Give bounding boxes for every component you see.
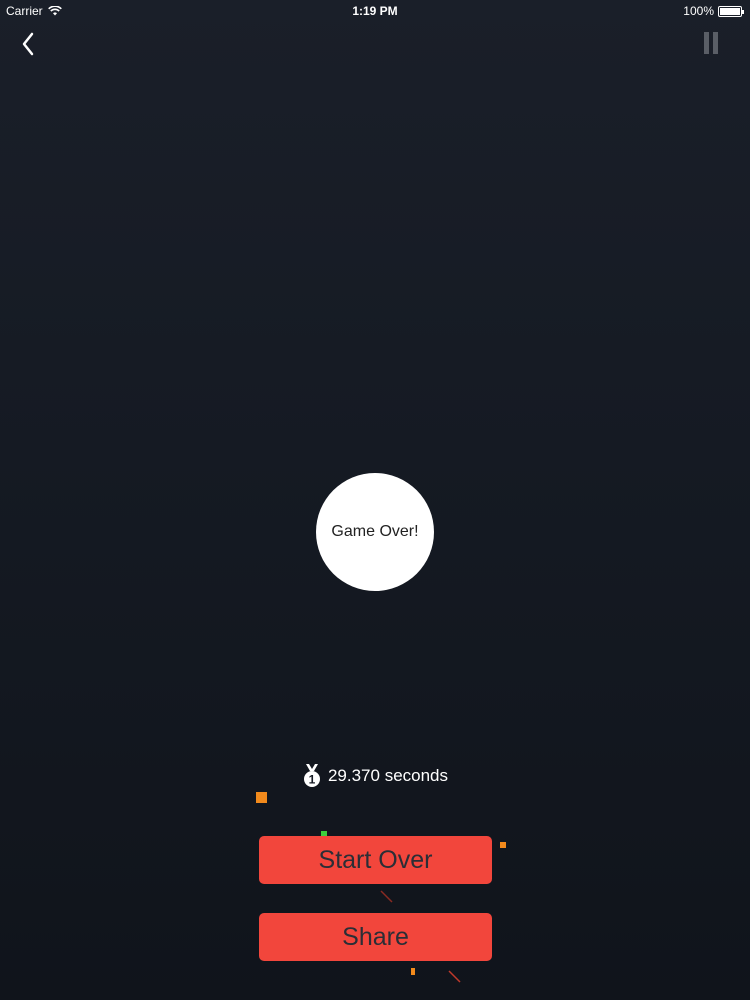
battery-group: 100% [683, 4, 744, 18]
game-over-label: Game Over! [331, 523, 419, 540]
battery-percent: 100% [683, 4, 714, 18]
share-button[interactable]: Share [259, 913, 492, 961]
score-text: 29.370 seconds [327, 766, 449, 785]
medal-number: 1 [309, 773, 316, 787]
back-button[interactable] [14, 30, 42, 58]
pause-icon [704, 32, 709, 54]
battery-fill [720, 7, 740, 15]
particle-orange-dot [500, 842, 506, 848]
particle-streak [380, 890, 393, 903]
pause-icon-bar [713, 32, 718, 54]
battery-icon [718, 5, 744, 17]
medal-icon: 1 [303, 764, 320, 787]
score-row: 1 29.370 seconds [0, 764, 750, 788]
status-bar: Carrier 1:19 PM 100% [0, 0, 750, 22]
particle-streak-lower [448, 970, 461, 983]
start-over-button[interactable]: Start Over [259, 836, 492, 884]
pause-button[interactable] [704, 32, 724, 56]
particle-orange-small [411, 968, 415, 975]
status-time: 1:19 PM [352, 4, 398, 18]
particle-green-square [321, 831, 327, 836]
particle-orange-square [256, 792, 267, 803]
game-over-circle: Game Over! [316, 473, 434, 591]
chevron-left-icon [22, 32, 34, 56]
